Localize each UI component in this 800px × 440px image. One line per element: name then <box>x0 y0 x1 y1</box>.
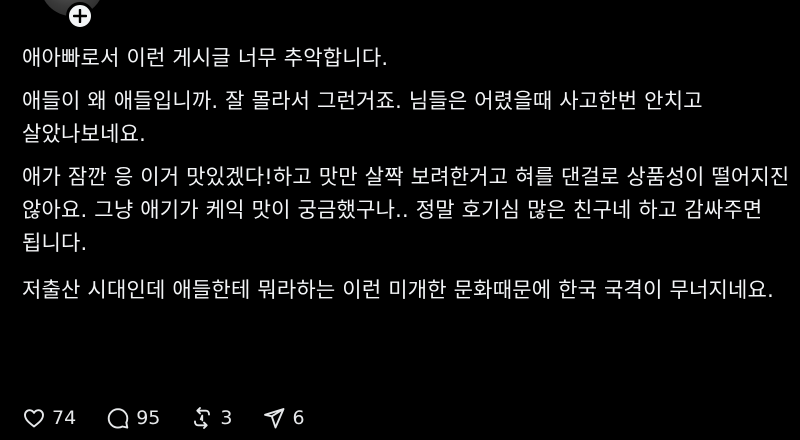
share-button[interactable]: 6 <box>262 406 305 430</box>
heart-icon <box>24 409 44 428</box>
post-paragraph: 애가 잠깐 응 이거 맛있겠다!하고 맛만 살짝 보려한거고 혀를 댄걸로 상품… <box>22 165 790 255</box>
thread-post: 애아빠로서 이런 게시글 너무 추악합니다. 애들이 왜 애들입니까. 잘 몰라… <box>0 0 800 440</box>
post-body: 애아빠로서 이런 게시글 너무 추악합니다. 애들이 왜 애들입니까. 잘 몰라… <box>22 42 792 317</box>
plus-icon <box>73 9 87 23</box>
share-count: 6 <box>292 407 305 429</box>
repost-icon <box>194 407 211 429</box>
post-paragraph: 애아빠로서 이런 게시글 너무 추악합니다. <box>22 46 389 70</box>
repost-button[interactable]: 3 <box>190 406 232 430</box>
send-icon <box>264 408 285 429</box>
like-count: 74 <box>52 407 77 429</box>
repost-count: 3 <box>220 407 233 429</box>
post-paragraph: 애들이 왜 애들입니까. 잘 몰라서 그런거죠. 님들은 어렸을때 사고한번 안… <box>22 89 703 146</box>
comment-icon <box>107 408 129 429</box>
like-button[interactable]: 74 <box>22 406 76 430</box>
post-paragraph: 저출산 시대인데 애들한테 뭐라하는 이런 미개한 문화때문에 한국 국격이 무… <box>22 278 774 302</box>
follow-button[interactable] <box>66 2 94 30</box>
action-bar: 74 95 3 6 <box>22 402 335 434</box>
reply-button[interactable]: 95 <box>106 406 160 430</box>
reply-count: 95 <box>136 407 161 429</box>
